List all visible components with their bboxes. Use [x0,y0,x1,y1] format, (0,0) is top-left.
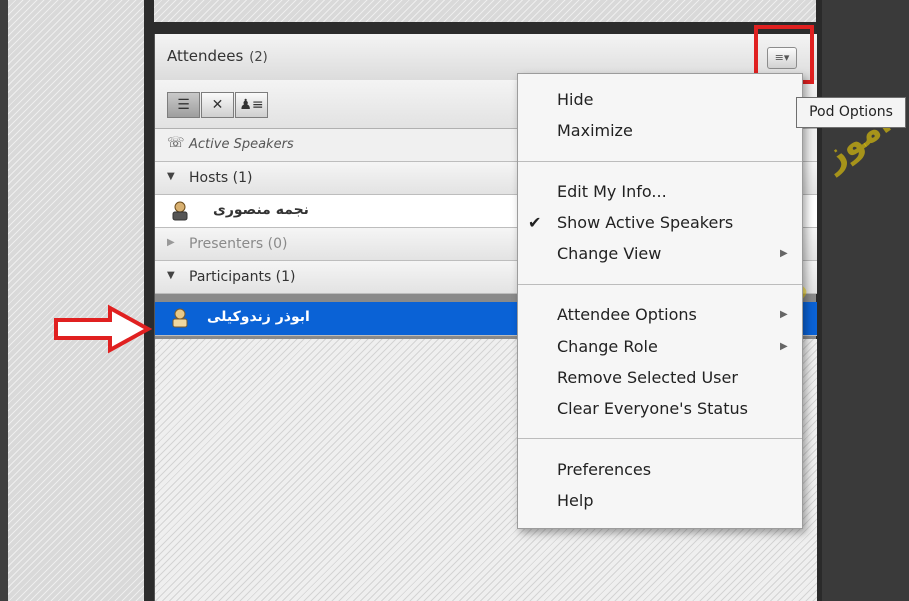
attendee-count: (2) [249,50,268,65]
collapsed-arrow-icon: ▶ [167,237,175,248]
menu-separator [518,438,802,439]
stage-background [8,0,144,601]
list-view-button[interactable]: ☰ [167,92,200,118]
pod-title-label: Attendees [167,47,244,65]
pod-options-tooltip: Pod Options [796,97,906,128]
menu-separator [518,284,802,285]
submenu-arrow-icon: ▶ [780,309,788,320]
divider-bar [144,0,154,601]
user-status-icon: ♟≡ [239,97,264,113]
host-user-name: نجمه منصوری [213,202,309,218]
breakout-icon: ✕ [211,97,224,113]
menu-item-remove-selected-user[interactable]: Remove Selected User [557,368,738,387]
status-view-button[interactable]: ♟≡ [235,92,268,118]
upper-pod-area [154,0,816,22]
outer-border [0,0,8,601]
menu-item-show-active-speakers[interactable]: Show Active Speakers [557,213,733,232]
list-view-icon: ☰ [177,97,190,113]
hosts-group-label: Hosts (1) [189,170,253,186]
submenu-arrow-icon: ▶ [780,341,788,352]
presenters-group-label: Presenters (0) [189,236,288,252]
pod-title: Attendees (2) [167,47,268,65]
expanded-arrow-icon: ▼ [167,270,175,281]
participant-user-icon [172,308,188,328]
phone-icon: ☏ [167,135,185,151]
active-speakers-label: Active Speakers [189,137,294,152]
right-panel [822,0,909,601]
screenshot-frame: Attendees (2) ≡▾ ☰ ✕ ♟≡ ☏ Active Speakers… [0,0,909,601]
menu-item-attendee-options[interactable]: Attendee Options [557,305,697,324]
menu-item-maximize[interactable]: Maximize [557,121,633,140]
menu-item-hide[interactable]: Hide [557,90,593,109]
breakout-view-button[interactable]: ✕ [201,92,234,118]
pointer-arrow-icon [54,304,152,354]
menu-separator [518,161,802,162]
menu-item-edit-my-info[interactable]: Edit My Info... [557,182,667,201]
participants-group-label: Participants (1) [189,269,296,285]
menu-item-change-role[interactable]: Change Role [557,337,658,356]
menu-item-help[interactable]: Help [557,491,593,510]
participant-user-name: ابوذر زندوکیلی [207,309,310,325]
pod-options-menu: Hide Maximize Edit My Info... ✔ Show Act… [517,73,803,529]
menu-item-change-view[interactable]: Change View [557,244,661,263]
host-user-icon [172,201,188,221]
menu-item-clear-everyones-status[interactable]: Clear Everyone's Status [557,399,748,418]
menu-item-preferences[interactable]: Preferences [557,460,651,479]
submenu-arrow-icon: ▶ [780,248,788,259]
check-icon: ✔ [528,213,542,232]
pod-separator [154,22,816,34]
expanded-arrow-icon: ▼ [167,171,175,182]
